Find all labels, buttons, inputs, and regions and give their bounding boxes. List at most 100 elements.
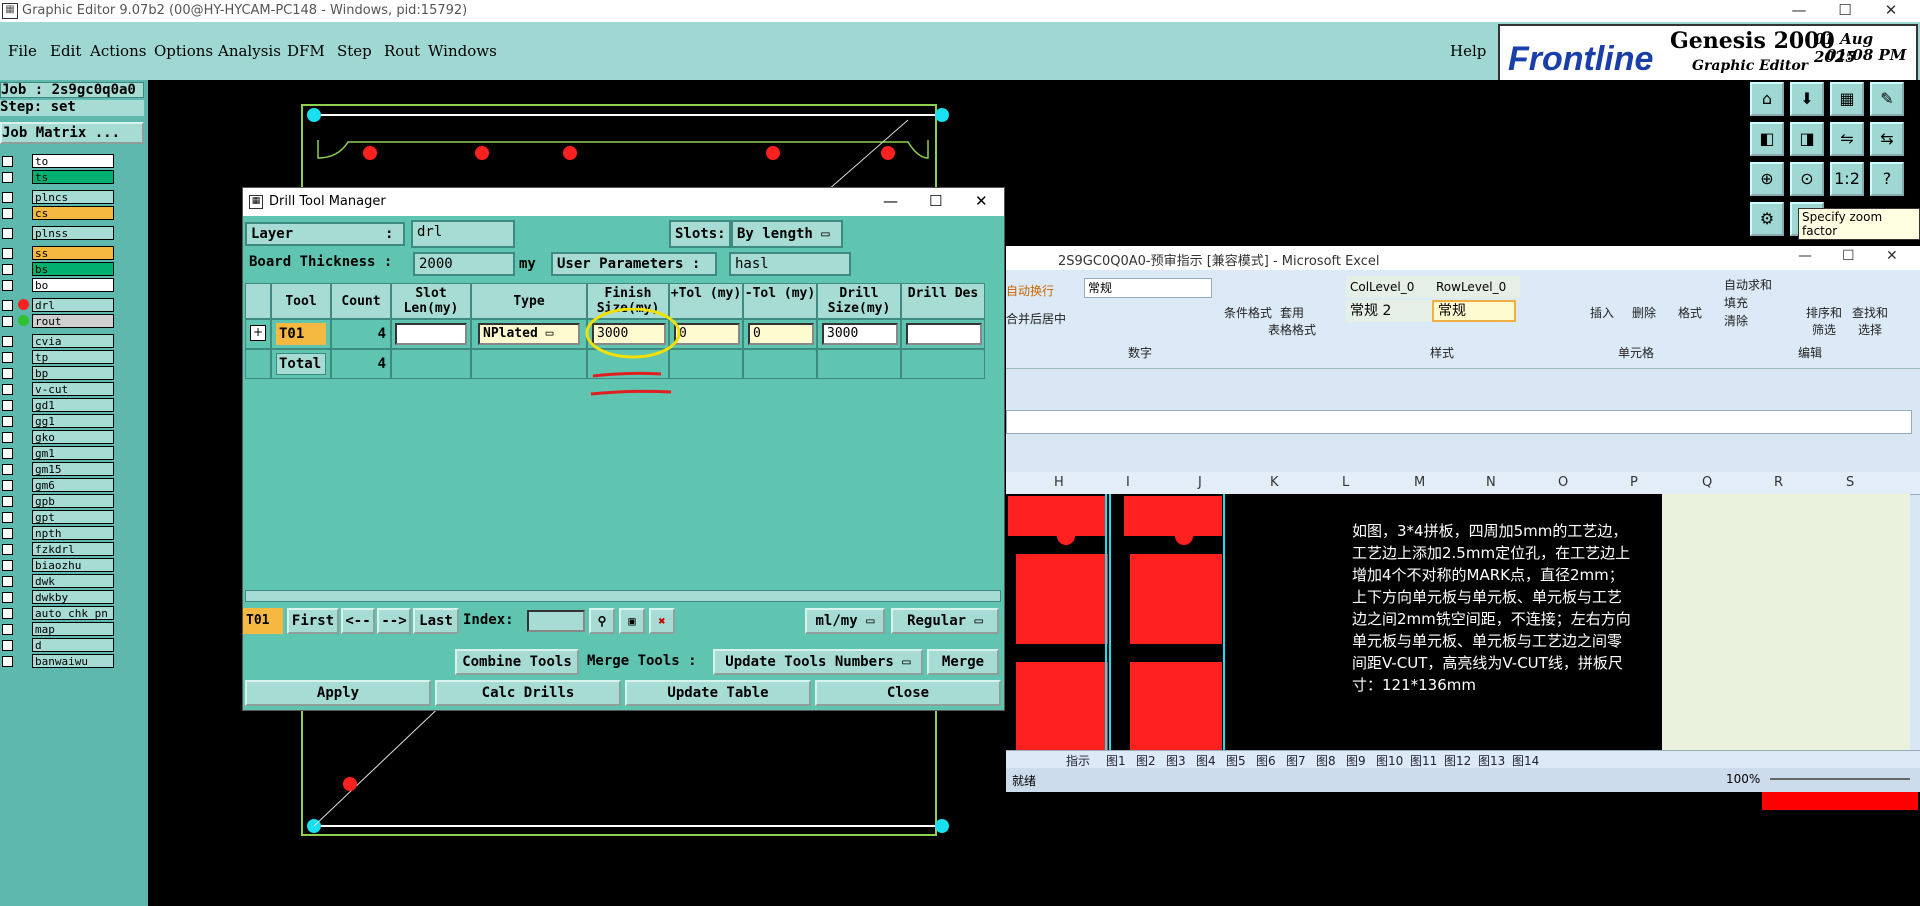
layer-checkbox[interactable] (2, 544, 13, 555)
settings-icon[interactable]: ⚙ (1750, 202, 1784, 236)
wrap-text-button[interactable]: 自动换行 (1006, 282, 1054, 299)
column-header[interactable]: S (1846, 475, 1854, 490)
layer-checkbox[interactable] (2, 228, 13, 239)
layer-name[interactable]: gpb (32, 494, 114, 508)
table-icon[interactable]: ▣ (619, 608, 645, 634)
first-button[interactable]: First (287, 608, 339, 634)
layer-checkbox[interactable] (2, 624, 13, 635)
sheet-tab[interactable]: 图11 (1410, 752, 1437, 769)
layer-checkbox[interactable] (2, 192, 13, 203)
layer-row[interactable]: biaozhu (0, 558, 118, 572)
layer-checkbox[interactable] (2, 592, 13, 603)
calc-drills-button[interactable]: Calc Drills (435, 680, 621, 706)
column-header[interactable]: L (1342, 475, 1349, 490)
sheet-tab[interactable]: 图7 (1286, 752, 1306, 769)
layer-row[interactable]: dwkby (0, 590, 118, 604)
minus-tol-input[interactable]: 0 (748, 323, 814, 345)
layer-row[interactable]: ss (0, 246, 118, 260)
drill-size-input[interactable]: 3000 (822, 323, 898, 345)
layer-name[interactable]: gm6 (32, 478, 114, 492)
next-button[interactable]: --> (377, 608, 411, 634)
maximize-button[interactable]: ☐ (1822, 0, 1868, 22)
style-normal2[interactable]: 常规 2 (1346, 300, 1434, 322)
dialog-maximize-button[interactable]: ☐ (929, 192, 942, 210)
layer-checkbox[interactable] (2, 264, 13, 275)
edit-icon[interactable]: ✎ (1870, 82, 1904, 116)
insert-button[interactable]: 插入 (1590, 304, 1614, 321)
layer-row[interactable]: gm6 (0, 478, 118, 492)
layer-name[interactable]: npth (32, 526, 114, 540)
column-header[interactable]: H (1054, 475, 1064, 490)
layer-row[interactable]: map (0, 622, 118, 636)
layer-name[interactable]: ts (32, 170, 114, 184)
column-header[interactable]: I (1126, 475, 1130, 490)
sheet-tab[interactable]: 图14 (1512, 752, 1539, 769)
menu-actions[interactable]: Actions (90, 42, 146, 60)
dialog-close-button[interactable]: ✕ (975, 192, 988, 210)
minimize-button[interactable]: — (1776, 0, 1822, 22)
layer-name[interactable]: drl (32, 298, 114, 312)
pin-icon[interactable]: ⚲ (589, 608, 615, 634)
layer-row[interactable]: bs (0, 262, 118, 276)
layer-checkbox[interactable] (2, 172, 13, 183)
column-header[interactable]: Q (1702, 475, 1712, 490)
close-button[interactable]: Close (815, 680, 1001, 706)
layer-row[interactable]: fzkdrl (0, 542, 118, 556)
layer-row[interactable]: bp (0, 366, 118, 380)
menu-help[interactable]: Help (1450, 42, 1486, 60)
layer-name[interactable]: gko (32, 430, 114, 444)
layer-checkbox[interactable] (2, 512, 13, 523)
layer-checkbox[interactable] (2, 300, 13, 311)
number-format-select[interactable]: 常规 (1084, 278, 1212, 298)
sheet-tab[interactable]: 图5 (1226, 752, 1246, 769)
style-collevel[interactable]: ColLevel_0 (1346, 276, 1434, 298)
mirror-icon[interactable]: ⇋ (1830, 122, 1864, 156)
sheet-tab[interactable]: 图1 (1106, 752, 1126, 769)
merge-button[interactable]: Merge (927, 649, 999, 675)
thickness-field[interactable]: 2000 (413, 252, 515, 276)
sheet-area[interactable]: 如图，3*4拼板，四周加5mm的工艺边，工艺边上添加2.5mm定位孔，在工艺边上… (1006, 494, 1910, 752)
layer-checkbox[interactable] (2, 416, 13, 427)
layer-checkbox[interactable] (2, 608, 13, 619)
apply-button[interactable]: Apply (245, 680, 431, 706)
column-header[interactable]: K (1270, 475, 1279, 490)
sheet-tab[interactable]: 图13 (1478, 752, 1505, 769)
dialog-minimize-button[interactable]: — (883, 192, 898, 210)
layer-name[interactable]: gg1 (32, 414, 114, 428)
column-header[interactable]: R (1774, 475, 1783, 490)
help-icon[interactable]: ? (1870, 162, 1904, 196)
type-dropdown[interactable]: NPlated ▭ (478, 323, 580, 345)
units-dropdown[interactable]: ml/my ▭ (805, 608, 885, 634)
layer-row[interactable]: tp (0, 350, 118, 364)
layer-name[interactable]: gm1 (32, 446, 114, 460)
layer-name[interactable]: cvia (32, 334, 114, 348)
layer-name[interactable]: tp (32, 350, 114, 364)
layer-checkbox[interactable] (2, 336, 13, 347)
user-params-field[interactable]: hasl (729, 252, 851, 276)
conditional-format-button[interactable]: 条件格式 (1224, 304, 1272, 321)
layer-row[interactable]: v-cut (0, 382, 118, 396)
layer-field[interactable]: drl (411, 220, 515, 248)
layer-checkbox[interactable] (2, 400, 13, 411)
layer-checkbox[interactable] (2, 640, 13, 651)
layer-row[interactable]: dwk (0, 574, 118, 588)
layer-name[interactable]: bp (32, 366, 114, 380)
arrow-left-icon[interactable]: ◧ (1750, 122, 1784, 156)
layer-row[interactable]: npth (0, 526, 118, 540)
layer-row[interactable]: drl (0, 298, 118, 312)
layer-row[interactable]: gd1 (0, 398, 118, 412)
layer-checkbox[interactable] (2, 368, 13, 379)
sheet-tab[interactable]: 图12 (1444, 752, 1471, 769)
sort-filter-button[interactable]: 排序和 筛选 (1806, 304, 1842, 338)
grid-icon[interactable]: ▦ (1830, 82, 1864, 116)
layer-name[interactable]: d (32, 638, 114, 652)
tool-id[interactable]: T01 (276, 323, 326, 345)
column-header[interactable]: P (1630, 475, 1638, 490)
layer-name[interactable]: gm15 (32, 462, 114, 476)
layer-row[interactable]: gm1 (0, 446, 118, 460)
layer-name[interactable]: bo (32, 278, 114, 292)
layer-name[interactable]: bs (32, 262, 114, 276)
layer-checkbox[interactable] (2, 208, 13, 219)
layer-row[interactable]: gko (0, 430, 118, 444)
layer-checkbox[interactable] (2, 496, 13, 507)
